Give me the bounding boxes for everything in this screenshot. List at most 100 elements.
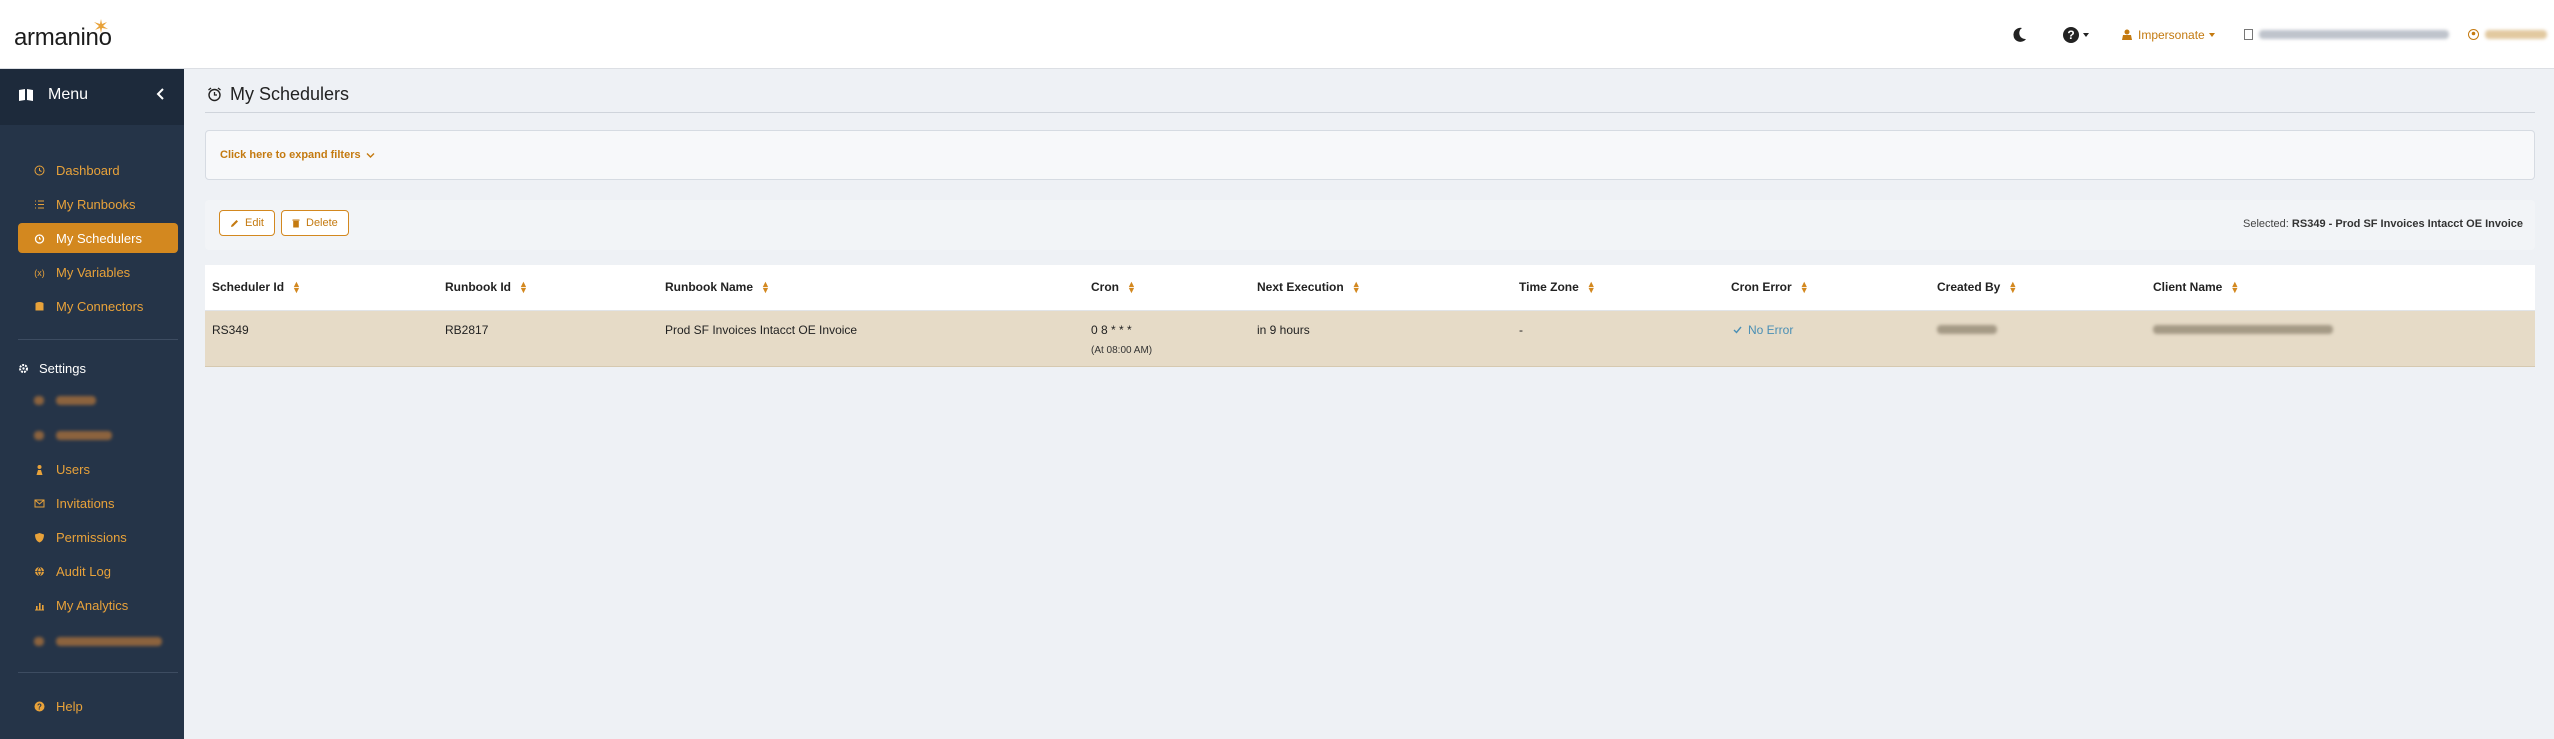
sidebar-item-my-schedulers[interactable]: My Schedulers xyxy=(18,223,178,253)
caret-down-icon xyxy=(2208,32,2215,37)
title-divider xyxy=(205,112,2535,113)
page-title: My Schedulers xyxy=(207,84,349,105)
settings-label: Settings xyxy=(39,361,86,376)
environment-name-blurred xyxy=(2259,30,2449,39)
delete-button[interactable]: Delete xyxy=(281,210,349,236)
chart-icon xyxy=(34,602,44,610)
cell-next-execution: in 9 hours xyxy=(1257,323,1310,337)
sidebar-item-label: My Variables xyxy=(56,264,131,280)
alarm-clock-icon xyxy=(208,87,221,102)
cell-cron: 0 8 * * * (At 08:00 AM) xyxy=(1091,323,1152,356)
sort-icon[interactable]: ▲ ▼ xyxy=(761,280,770,295)
sidebar-item-my-connectors[interactable]: My Connectors xyxy=(18,291,178,321)
sort-icon[interactable]: ▲ ▼ xyxy=(2008,280,2017,295)
list-icon xyxy=(34,200,44,208)
svg-text:(x): (x) xyxy=(34,268,45,278)
sidebar-item-settings-blurred-1[interactable] xyxy=(18,385,178,415)
table-header: Scheduler Id ▲ ▼ Runbook Id ▲ ▼ Runbook Name… xyxy=(205,265,2535,311)
expand-filters-panel[interactable]: Click here to expand filters xyxy=(205,130,2535,180)
gear-icon xyxy=(19,364,28,373)
sidebar-item-invitations[interactable]: Invitations xyxy=(18,488,178,518)
user-icon xyxy=(36,464,42,475)
logo-spark-icon xyxy=(94,19,108,33)
column-header-created-by[interactable]: Created By ▲ ▼ xyxy=(1937,280,2017,295)
table-row[interactable]: RS349 RB2817 Prod SF Invoices Intacct OE… xyxy=(205,311,2535,367)
cell-scheduler-id: RS349 xyxy=(212,323,249,337)
help-menu-button[interactable]: ? xyxy=(2062,0,2102,69)
blurred-icon xyxy=(34,395,44,405)
created-by-blurred xyxy=(1937,325,1997,334)
user-secret-icon xyxy=(2122,29,2132,40)
sort-icon[interactable]: ▲ ▼ xyxy=(1587,280,1596,295)
edit-button[interactable]: Edit xyxy=(219,210,275,236)
cell-runbook-name: Prod SF Invoices Intacct OE Invoice xyxy=(665,323,858,337)
user-account-menu[interactable] xyxy=(2468,0,2547,69)
clock-icon xyxy=(34,165,44,175)
column-header-cron-error[interactable]: Cron Error ▲ ▼ xyxy=(1731,280,1809,295)
cron-description: (At 08:00 AM) xyxy=(1091,345,1153,356)
dark-mode-toggle[interactable] xyxy=(2010,0,2034,69)
sort-icon[interactable]: ▲ ▼ xyxy=(292,280,301,295)
pencil-icon xyxy=(231,219,238,227)
cell-client-name xyxy=(2153,323,2333,337)
chevron-left-icon xyxy=(156,88,164,100)
user-name-blurred xyxy=(2485,30,2547,39)
sidebar-item-label: My Runbooks xyxy=(56,196,136,212)
sidebar-item-settings-blurred-3[interactable] xyxy=(18,626,178,656)
collapse-sidebar-button[interactable] xyxy=(156,87,166,103)
sidebar-item-help[interactable]: ? Help xyxy=(18,691,178,721)
sidebar-item-settings-blurred-2[interactable] xyxy=(18,420,178,450)
cell-time-zone: - xyxy=(1519,323,1523,337)
sidebar-item-my-variables[interactable]: (x) My Variables xyxy=(18,257,178,287)
sort-icon[interactable]: ▲ ▼ xyxy=(1800,280,1809,295)
sidebar-item-label: My Analytics xyxy=(56,597,129,613)
column-header-runbook-name[interactable]: Runbook Name ▲ ▼ xyxy=(665,280,770,295)
sidebar-item-label: Help xyxy=(56,698,83,714)
trash-icon xyxy=(292,219,300,228)
impersonate-dropdown[interactable]: Impersonate xyxy=(2122,0,2216,69)
sidebar-item-audit-log[interactable]: Audit Log xyxy=(18,556,178,586)
selection-prefix: Selected: xyxy=(2242,218,2289,230)
sidebar-item-my-analytics[interactable]: My Analytics xyxy=(18,590,178,620)
column-header-client-name[interactable]: Client Name ▲ ▼ xyxy=(2153,280,2239,295)
impersonate-label: Impersonate xyxy=(2138,27,2205,42)
envelope-icon xyxy=(34,499,44,507)
sidebar-item-label xyxy=(56,395,96,405)
cell-cron-error: No Error xyxy=(1733,323,1793,337)
cron-expression: 0 8 * * * xyxy=(1091,323,1132,337)
sidebar-item-label: Users xyxy=(56,461,90,477)
sidebar-item-label: Audit Log xyxy=(56,563,111,579)
shield-icon xyxy=(34,532,44,542)
sort-icon[interactable]: ▲ ▼ xyxy=(519,280,528,295)
sort-icon[interactable]: ▲ ▼ xyxy=(1352,280,1361,295)
sidebar-item-label: Dashboard xyxy=(56,162,120,178)
globe-icon xyxy=(34,566,44,577)
column-header-time-zone[interactable]: Time Zone ▲ ▼ xyxy=(1519,280,1596,295)
sidebar-item-my-runbooks[interactable]: My Runbooks xyxy=(18,189,178,219)
sort-icon[interactable]: ▲ ▼ xyxy=(1127,280,1136,295)
page-title-text: My Schedulers xyxy=(230,84,350,104)
column-header-scheduler-id[interactable]: Scheduler Id ▲ ▼ xyxy=(212,280,301,295)
sidebar-item-label: Permissions xyxy=(56,529,127,545)
top-bar: armanino ? Impersonate xyxy=(0,0,2554,69)
column-header-next-execution[interactable]: Next Execution ▲ ▼ xyxy=(1257,280,1361,295)
question-circle-icon: ? xyxy=(2063,26,2079,43)
selection-summary: Selected: RS349 - Prod SF Invoices Intac… xyxy=(2243,218,2523,230)
sidebar: Menu Dashboard My Runbooks My Schedulers… xyxy=(0,69,184,739)
column-header-cron[interactable]: Cron ▲ ▼ xyxy=(1091,280,1136,295)
sidebar-item-label xyxy=(56,636,162,646)
sidebar-item-permissions[interactable]: Permissions xyxy=(18,522,178,552)
sort-icon[interactable]: ▲ ▼ xyxy=(2230,280,2239,295)
sidebar-item-dashboard[interactable]: Dashboard xyxy=(18,155,178,185)
blurred-icon xyxy=(34,636,44,646)
column-header-runbook-id[interactable]: Runbook Id ▲ ▼ xyxy=(445,280,528,295)
environment-selector[interactable] xyxy=(2244,0,2449,69)
expand-filters-link[interactable]: Click here to expand filters xyxy=(220,149,361,161)
sidebar-item-label: Invitations xyxy=(56,495,115,511)
sidebar-item-label: My Connectors xyxy=(56,298,144,314)
svg-text:?: ? xyxy=(37,702,42,711)
sidebar-item-users[interactable]: Users xyxy=(18,454,178,484)
cell-runbook-id: RB2817 xyxy=(445,323,489,337)
sidebar-divider xyxy=(18,672,178,673)
book-open-icon xyxy=(19,89,33,101)
